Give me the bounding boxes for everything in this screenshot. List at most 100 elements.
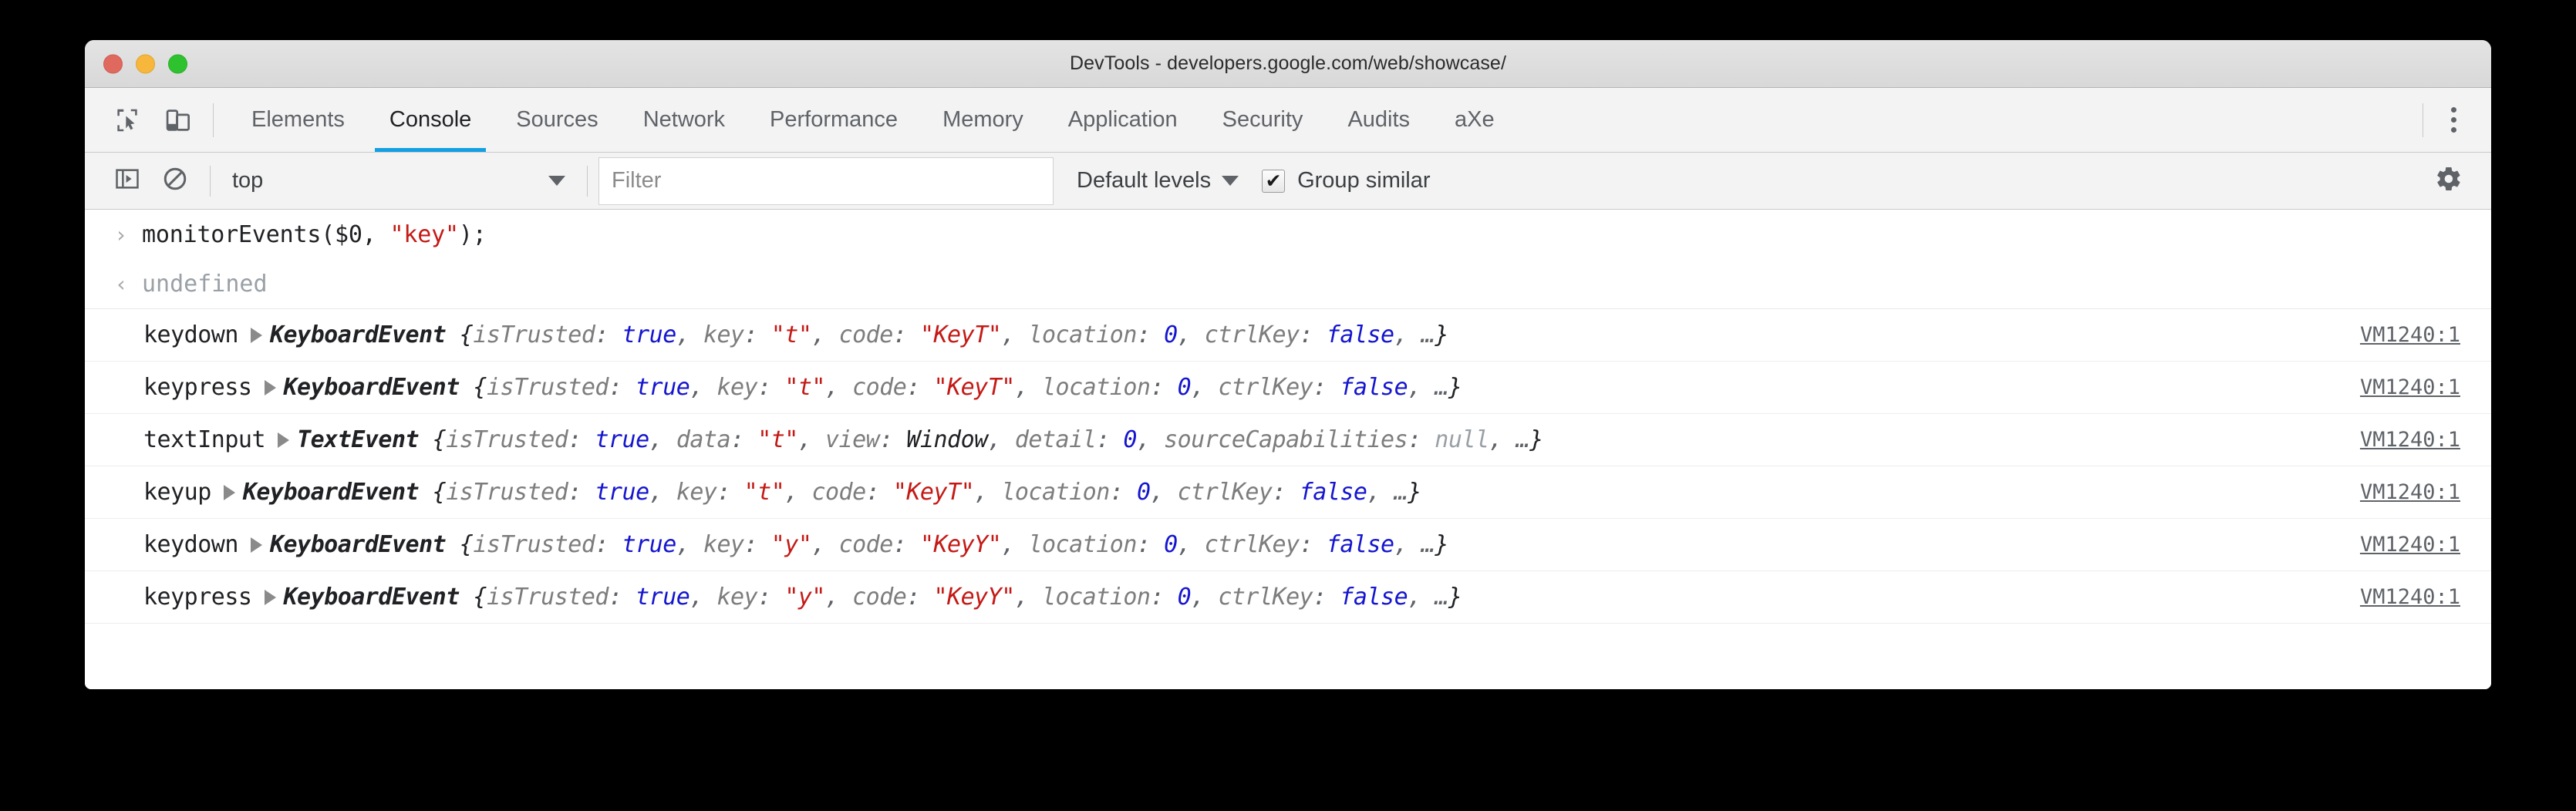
source-location-link[interactable]: VM1240:1 bbox=[2329, 428, 2460, 452]
group-similar-toggle[interactable]: ✔ Group similar bbox=[1262, 168, 1430, 193]
expression-part: monitorEvents($0, bbox=[142, 221, 390, 248]
event-object-preview: KeyboardEvent {isTrusted: true, key: "y"… bbox=[270, 531, 1448, 558]
expand-object-triangle-icon[interactable] bbox=[251, 537, 262, 553]
property-value: "t" bbox=[784, 374, 825, 401]
property-key: isTrusted bbox=[473, 321, 595, 348]
tab-elements[interactable]: Elements bbox=[229, 88, 367, 152]
truncation-ellipsis: … bbox=[1516, 426, 1530, 453]
tabbar-right-group bbox=[2423, 95, 2491, 146]
tab-console[interactable]: Console bbox=[367, 88, 494, 152]
log-levels-select[interactable]: Default levels bbox=[1077, 168, 1239, 193]
truncation-ellipsis: … bbox=[1435, 374, 1448, 401]
tab-memory[interactable]: Memory bbox=[920, 88, 1046, 152]
event-constructor-name: KeyboardEvent bbox=[284, 584, 460, 611]
group-similar-checkbox[interactable]: ✔ bbox=[1262, 170, 1285, 193]
execution-context-value: top bbox=[232, 168, 263, 193]
tab-performance[interactable]: Performance bbox=[747, 88, 920, 152]
console-message-list[interactable]: › monitorEvents($0, "key"); ‹ undefined … bbox=[85, 210, 2491, 689]
property-colon: : bbox=[1273, 479, 1300, 506]
source-location-link[interactable]: VM1240:1 bbox=[2329, 323, 2460, 347]
property-value: "t" bbox=[744, 479, 785, 506]
console-event-row[interactable]: keypressKeyboardEvent {isTrusted: true, … bbox=[85, 361, 2491, 413]
tab-sources[interactable]: Sources bbox=[494, 88, 620, 152]
property-value: "t" bbox=[757, 426, 798, 453]
console-toolbar: top Default levels ✔ Group similar bbox=[85, 153, 2491, 210]
maximize-window-button[interactable] bbox=[168, 54, 187, 73]
console-event-row[interactable]: keypressKeyboardEvent {isTrusted: true, … bbox=[85, 570, 2491, 623]
prop-separator: , bbox=[784, 479, 811, 506]
property-colon: : bbox=[1151, 584, 1178, 611]
property-key: ctrlKey bbox=[1205, 321, 1300, 348]
property-colon: : bbox=[1300, 321, 1327, 348]
tab-axe[interactable]: aXe bbox=[1432, 88, 1517, 152]
more-options-icon bbox=[2451, 107, 2456, 113]
prop-separator: , bbox=[690, 374, 716, 401]
tab-security[interactable]: Security bbox=[1200, 88, 1326, 152]
settings-gear-icon bbox=[2435, 165, 2463, 197]
minimize-window-button[interactable] bbox=[136, 54, 155, 73]
console-sidebar-toggle-button[interactable] bbox=[103, 157, 151, 205]
tab-application[interactable]: Application bbox=[1046, 88, 1200, 152]
property-value: true bbox=[595, 426, 649, 453]
property-value: true bbox=[622, 321, 676, 348]
property-colon: : bbox=[568, 426, 595, 453]
tab-network[interactable]: Network bbox=[621, 88, 747, 152]
property-colon: : bbox=[866, 479, 893, 506]
device-toolbar-icon bbox=[164, 106, 193, 135]
inspect-element-button[interactable] bbox=[102, 95, 153, 146]
console-output-value: undefined bbox=[142, 271, 268, 298]
event-object-preview: TextEvent {isTrusted: true, data: "t", v… bbox=[297, 426, 1543, 453]
prop-separator: , bbox=[1489, 426, 1516, 453]
close-brace: } bbox=[1529, 426, 1543, 453]
open-brace: { bbox=[419, 479, 446, 506]
source-location-link[interactable]: VM1240:1 bbox=[2329, 533, 2460, 557]
tab-audits[interactable]: Audits bbox=[1325, 88, 1432, 152]
event-constructor-name: KeyboardEvent bbox=[284, 374, 460, 401]
console-event-row[interactable]: keydownKeyboardEvent {isTrusted: true, k… bbox=[85, 308, 2491, 361]
expand-object-triangle-icon[interactable] bbox=[278, 432, 289, 448]
console-event-row[interactable]: keyupKeyboardEvent {isTrusted: true, key… bbox=[85, 466, 2491, 518]
execution-context-select[interactable]: top bbox=[221, 157, 576, 205]
tab-label: Sources bbox=[516, 107, 598, 133]
output-prompt-icon: ‹ bbox=[100, 271, 142, 297]
expand-object-triangle-icon[interactable] bbox=[265, 590, 276, 605]
tab-label: Performance bbox=[770, 107, 898, 133]
event-object-preview: KeyboardEvent {isTrusted: true, key: "t"… bbox=[284, 374, 1462, 401]
prop-separator: , bbox=[974, 479, 1001, 506]
more-options-icon bbox=[2451, 117, 2456, 123]
panel-tabs: Elements Console Sources Network Perform… bbox=[229, 88, 1517, 152]
source-location-link[interactable]: VM1240:1 bbox=[2329, 375, 2460, 399]
more-options-button[interactable] bbox=[2428, 95, 2479, 146]
property-colon: : bbox=[757, 374, 784, 401]
property-colon: : bbox=[1313, 584, 1340, 611]
expand-object-triangle-icon[interactable] bbox=[265, 380, 276, 395]
device-toolbar-button[interactable] bbox=[153, 95, 204, 146]
inspect-element-icon bbox=[113, 106, 142, 135]
prop-separator: , bbox=[1151, 479, 1178, 506]
tab-label: Network bbox=[643, 107, 725, 133]
filter-input[interactable] bbox=[598, 157, 1054, 205]
source-location-link[interactable]: VM1240:1 bbox=[2329, 480, 2460, 504]
property-value: "y" bbox=[771, 531, 812, 558]
property-colon: : bbox=[1313, 374, 1340, 401]
property-key: location bbox=[1028, 531, 1137, 558]
settings-button[interactable] bbox=[2425, 157, 2473, 205]
property-key: key bbox=[676, 479, 717, 506]
console-event-row[interactable]: textInputTextEvent {isTrusted: true, dat… bbox=[85, 413, 2491, 466]
clear-console-button[interactable] bbox=[151, 157, 199, 205]
property-colon: : bbox=[1300, 531, 1327, 558]
property-colon: : bbox=[879, 426, 906, 453]
expand-object-triangle-icon[interactable] bbox=[251, 328, 262, 343]
console-event-row[interactable]: keydownKeyboardEvent {isTrusted: true, k… bbox=[85, 518, 2491, 570]
property-key: isTrusted bbox=[473, 531, 595, 558]
property-value: 0 bbox=[1164, 321, 1178, 348]
expand-object-triangle-icon[interactable] bbox=[224, 485, 235, 500]
prop-separator: , bbox=[1408, 374, 1435, 401]
property-value: "KeyY" bbox=[934, 584, 1015, 611]
prop-separator: , bbox=[798, 426, 825, 453]
prop-separator: , bbox=[676, 531, 703, 558]
source-location-link[interactable]: VM1240:1 bbox=[2329, 585, 2460, 609]
event-type-label: keydown bbox=[143, 321, 238, 348]
property-value: null bbox=[1435, 426, 1489, 453]
close-window-button[interactable] bbox=[103, 54, 123, 73]
